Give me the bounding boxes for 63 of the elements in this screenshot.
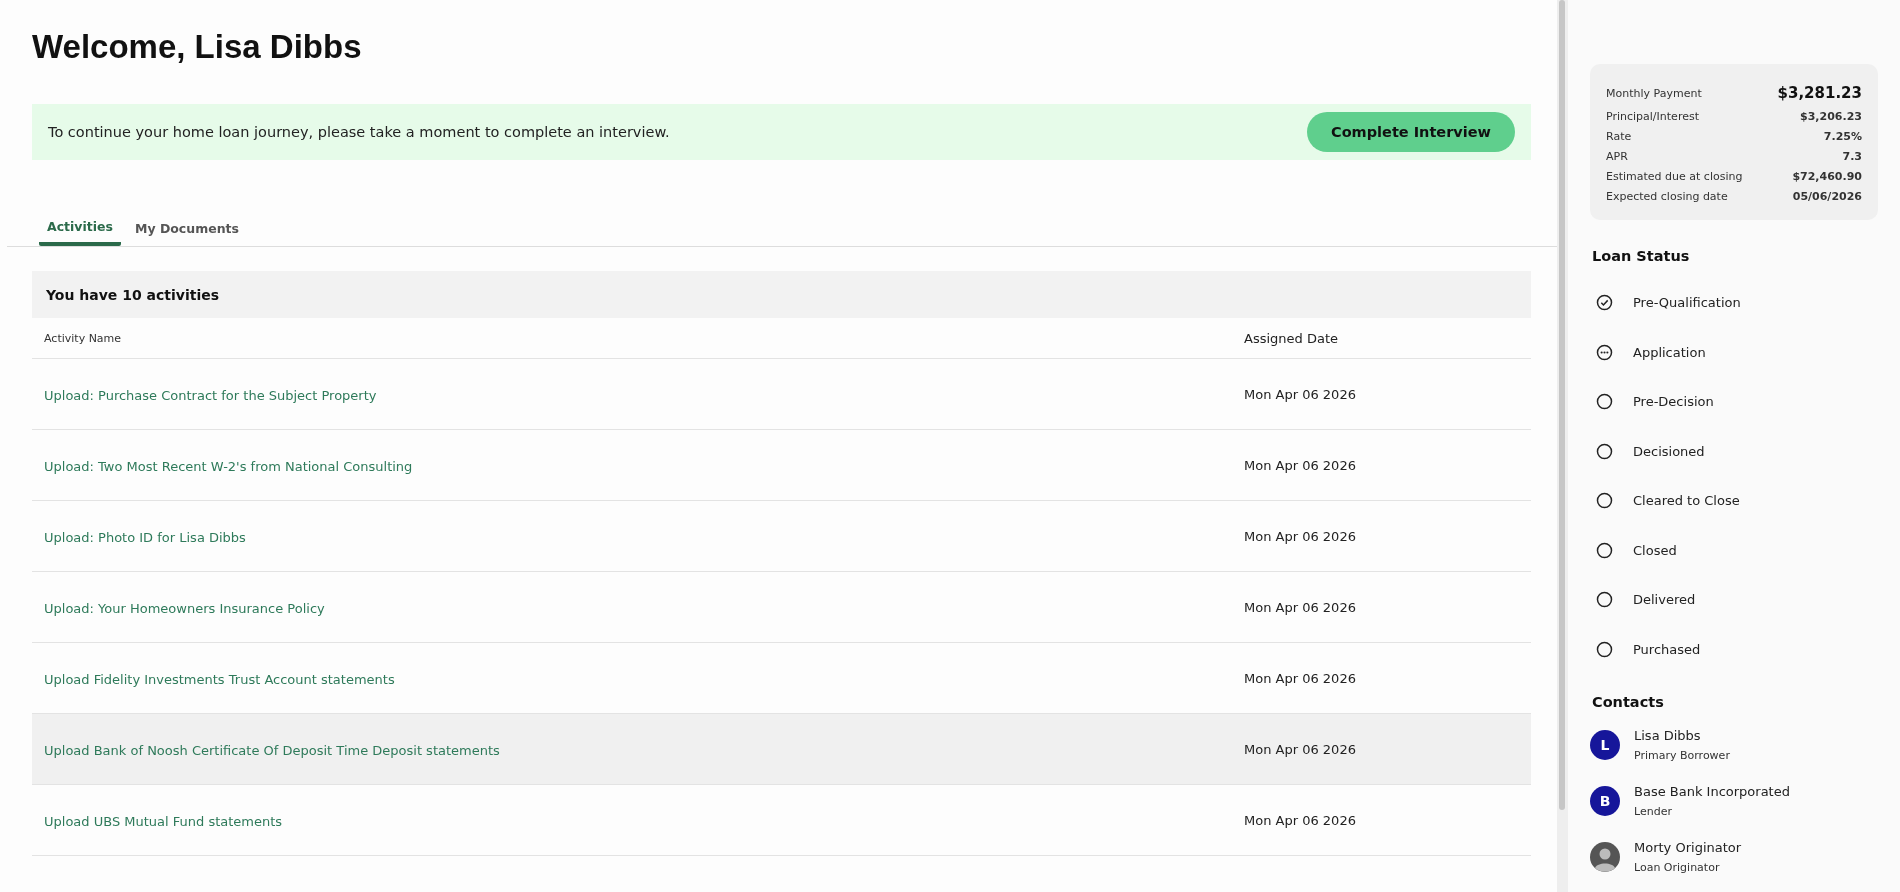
- overview-value: 7.3: [1842, 149, 1862, 163]
- initial-avatar: B: [1590, 786, 1620, 816]
- overview-label: Estimated due at closing: [1606, 169, 1743, 183]
- table-cell: Mon Apr 06 2026: [1244, 812, 1356, 828]
- check-circle-icon: [1596, 294, 1613, 312]
- status-step-label: Pre-Decision: [1633, 394, 1714, 410]
- empty-circle-icon: [1596, 442, 1613, 460]
- contact-name: Morty Originator: [1634, 840, 1742, 855]
- complete-interview-button[interactable]: Complete Interview: [1307, 112, 1515, 152]
- status-step-label: Closed: [1633, 542, 1677, 558]
- activity-link[interactable]: Upload: Two Most Recent W-2's from National Consulting: [44, 458, 413, 474]
- empty-circle-icon: [1596, 591, 1613, 609]
- empty-circle-icon: [1596, 640, 1613, 658]
- empty-circle-icon: [1596, 393, 1613, 411]
- welcome-heading: Welcome, Lisa Dibbs: [32, 28, 363, 66]
- table-cell: Mon Apr 06 2026: [1244, 457, 1356, 473]
- overview-label: Monthly Payment: [1606, 86, 1702, 100]
- person-silhouette-icon: [1590, 842, 1620, 872]
- activities-count: You have 10 activities: [46, 286, 220, 303]
- overview-value: 7.25%: [1823, 129, 1862, 143]
- overview-value: $72,460.90: [1792, 169, 1862, 183]
- table-cell: Mon Apr 06 2026: [1244, 670, 1356, 686]
- activity-link[interactable]: Upload Fidelity Investments Trust Account statements: [44, 671, 395, 687]
- activity-link[interactable]: Upload: Photo ID for Lisa Dibbs: [44, 529, 246, 545]
- overview-value: 05/06/2026: [1792, 189, 1862, 203]
- status-step-label: Pre-Qualification: [1633, 295, 1741, 311]
- overview-value: $3,281.23: [1777, 84, 1862, 102]
- empty-circle-icon: [1596, 541, 1613, 559]
- status-step-label: Delivered: [1633, 592, 1696, 608]
- activity-link[interactable]: Upload Bank of Noosh Certificate Of Deposit Time Deposit statements: [44, 742, 500, 758]
- contact-role: Lender: [1634, 805, 1673, 818]
- status-step-label: Application: [1633, 344, 1706, 360]
- table-cell: Mon Apr 06 2026: [1244, 528, 1356, 544]
- loan-status-heading: Loan Status: [1592, 248, 1691, 264]
- overview-label: Expected closing date: [1606, 189, 1728, 203]
- overview-label: Rate: [1606, 129, 1632, 143]
- activity-link[interactable]: Upload: Your Homeowners Insurance Policy: [44, 600, 325, 616]
- status-step-label: Cleared to Close: [1633, 493, 1740, 509]
- tab[interactable]: My Documents: [126, 210, 247, 246]
- contact-role: Primary Borrower: [1634, 749, 1730, 762]
- contact-name: Base Bank Incorporated: [1634, 784, 1790, 799]
- tab[interactable]: Activities: [39, 210, 121, 246]
- empty-circle-icon: [1596, 492, 1613, 510]
- initial-avatar: L: [1590, 730, 1620, 760]
- table-cell: Mon Apr 06 2026: [1244, 599, 1356, 615]
- table-cell: Mon Apr 06 2026: [1244, 386, 1356, 402]
- table-row[interactable]: Upload Bank of Noosh Certificate Of Deposit Time Deposit statements Mon Apr 06 2026: [32, 714, 1531, 785]
- ellipsis-circle-icon: [1596, 343, 1613, 361]
- table-cell: Mon Apr 06 2026: [1244, 741, 1356, 757]
- scrollbar-thumb[interactable]: [1559, 0, 1565, 810]
- contact-role: Loan Originator: [1634, 861, 1721, 874]
- column-header: Activity Name: [44, 331, 123, 345]
- overview-value: $3,206.23: [1800, 109, 1862, 123]
- overview-label: Principal/Interest: [1606, 109, 1699, 123]
- contact-name: Lisa Dibbs: [1634, 728, 1702, 743]
- column-header: Assigned Date: [1244, 330, 1338, 346]
- status-step-label: Purchased: [1633, 641, 1701, 657]
- overview-label: APR: [1606, 149, 1628, 163]
- contacts-heading: Contacts: [1592, 694, 1665, 710]
- banner-message: To continue your home loan journey, please take a moment to complete an interview.: [48, 124, 670, 140]
- activity-link[interactable]: Upload: Purchase Contract for the Subject Property: [44, 387, 377, 403]
- activity-link[interactable]: Upload UBS Mutual Fund statements: [44, 813, 283, 829]
- status-step-label: Decisioned: [1633, 443, 1705, 459]
